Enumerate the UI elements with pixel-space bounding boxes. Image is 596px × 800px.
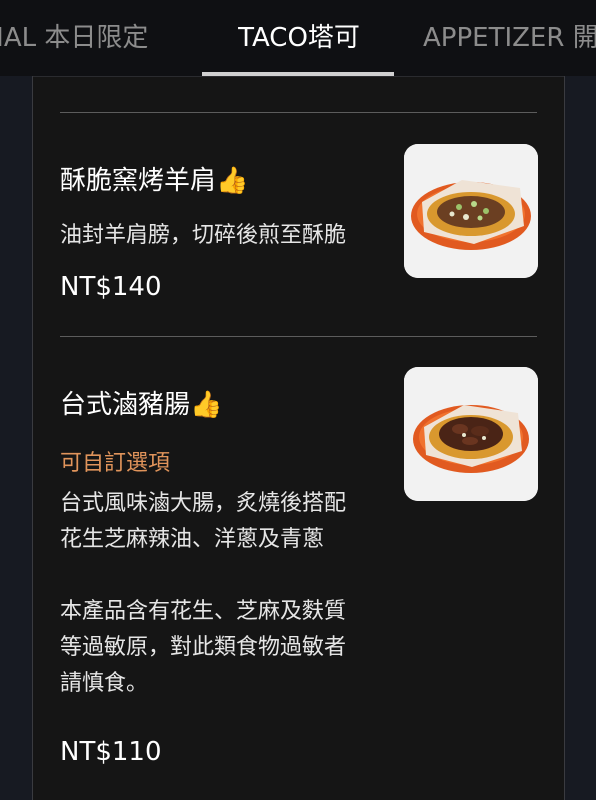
taco-pork-intestine-photo[interactable]: [404, 367, 538, 501]
tab-taco[interactable]: TACO塔可: [204, 0, 394, 76]
thumbs-up-icon: 👍: [190, 390, 223, 420]
taco-lamb-image: [404, 144, 538, 278]
customizable-option-label[interactable]: 可自訂選項: [60, 445, 170, 477]
taco-pork-intestine-image: [404, 367, 538, 501]
menu-item-name[interactable]: 酥脆窯烤羊肩👍: [60, 160, 248, 197]
description-line: 油封羊肩膀，切碎後煎至酥脆: [60, 223, 347, 248]
menu-item-description: 油封羊肩膀，切碎後煎至酥脆: [60, 218, 390, 254]
menu-item-price: NT$110: [60, 737, 162, 767]
thumbs-up-icon: 👍: [216, 166, 249, 196]
description-line: 本產品含有花生、芝麻及麩質: [60, 599, 347, 624]
active-tab-indicator: [202, 72, 394, 76]
menu-item-description: 台式風味滷大腸，炙燒後搭配 花生芝麻辣油、洋蔥及青蔥 本產品含有花生、芝麻及麩質…: [60, 486, 390, 702]
menu-item-price: NT$140: [60, 272, 162, 302]
category-tab-bar: CIAL 本日限定 TACO塔可 APPETIZER 開: [0, 0, 596, 77]
tab-appetizer[interactable]: APPETIZER 開: [423, 0, 596, 76]
description-line: 請慎食。: [60, 671, 149, 696]
item-divider: [60, 336, 537, 337]
taco-lamb-photo[interactable]: [404, 144, 538, 278]
description-blank-line: [60, 558, 390, 594]
description-line: 台式風味滷大腸，炙燒後搭配: [60, 491, 347, 516]
description-line: 花生芝麻辣油、洋蔥及青蔥: [60, 527, 325, 552]
right-gutter: [564, 76, 596, 800]
left-gutter: [0, 76, 33, 800]
menu-item-name[interactable]: 台式滷豬腸👍: [60, 384, 222, 421]
description-line: 等過敏原，對此類食物過敏者: [60, 635, 347, 660]
item-divider: [60, 112, 537, 113]
tab-special[interactable]: CIAL 本日限定: [0, 0, 148, 76]
